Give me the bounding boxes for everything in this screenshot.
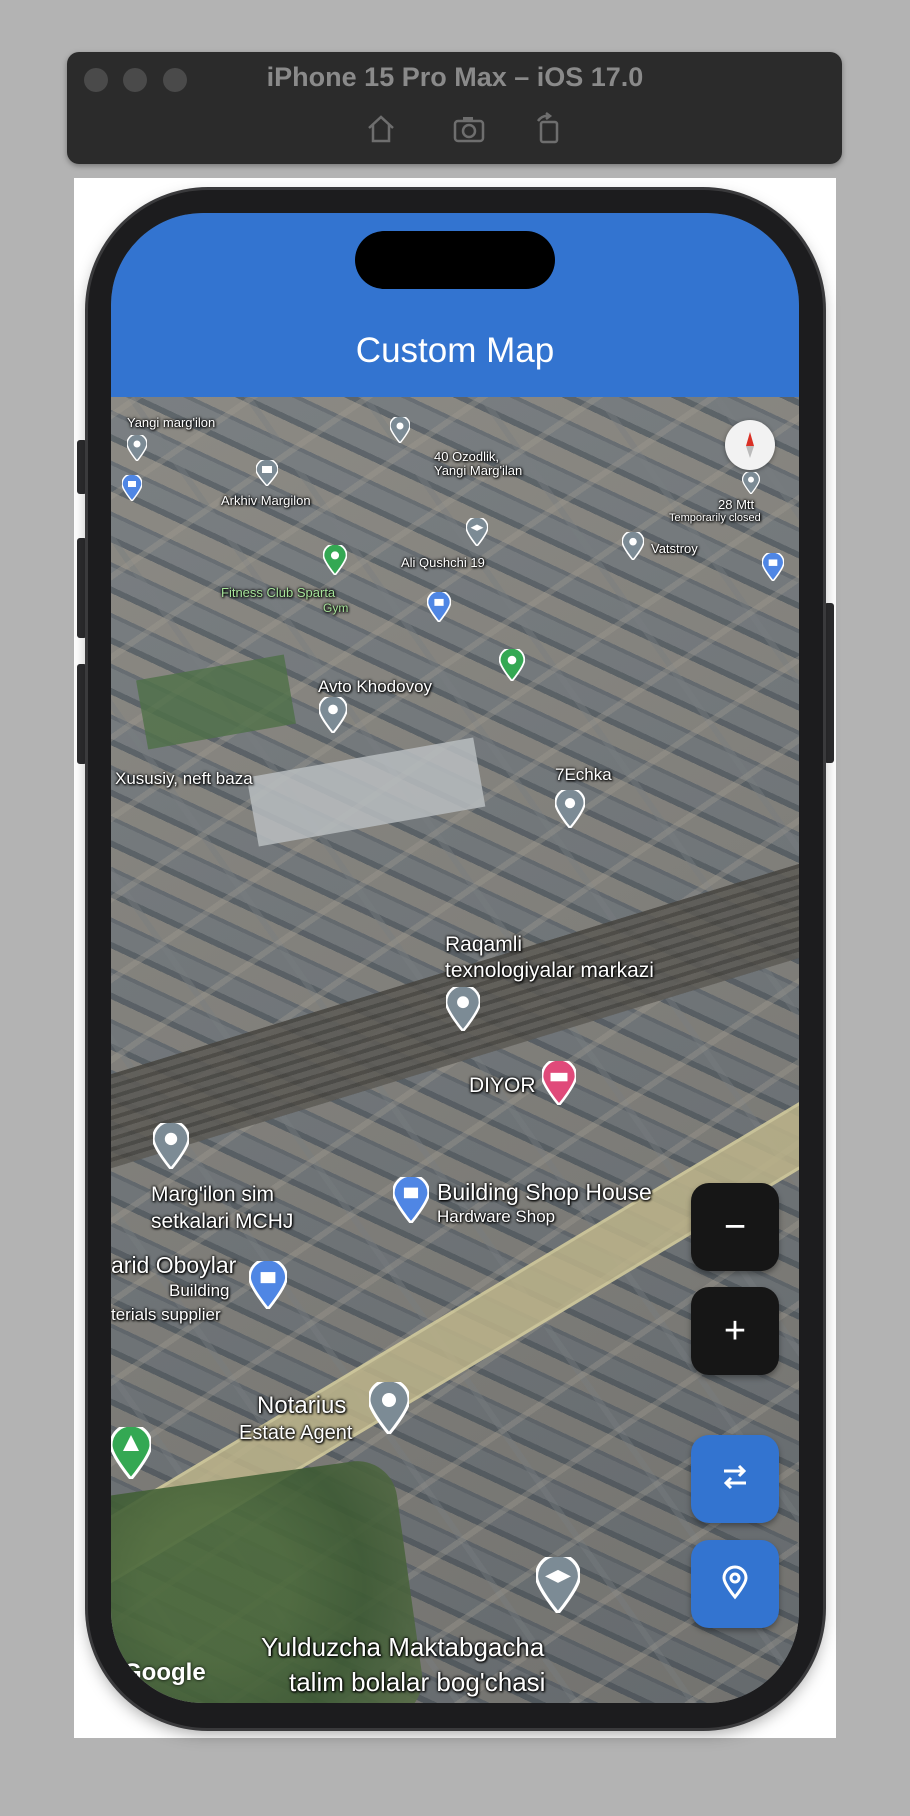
shopping-pin-icon[interactable] [122, 475, 142, 501]
rotate-icon[interactable] [532, 112, 566, 146]
map-pin-icon[interactable] [319, 697, 347, 733]
zoom-in-button[interactable]: + [691, 1287, 779, 1375]
map-label[interactable]: Vatstroy [651, 541, 698, 556]
map-pin-icon[interactable] [390, 417, 410, 443]
map-label[interactable]: Fitness Club Sparta [221, 585, 335, 600]
map-green-area [136, 654, 296, 750]
shopping-pin-icon[interactable] [427, 592, 451, 622]
google-logo: Google [123, 1659, 206, 1686]
home-icon[interactable] [364, 112, 398, 146]
app-title: Custom Map [355, 331, 555, 370]
compass-icon[interactable] [725, 420, 775, 470]
map-label[interactable]: Notarius [257, 1392, 346, 1420]
power-button [824, 603, 834, 763]
map-label[interactable]: 7Echka [555, 765, 612, 785]
park-pin-icon[interactable] [111, 1427, 151, 1479]
map-pin-icon[interactable] [127, 435, 147, 461]
simulator-title: iPhone 15 Pro Max – iOS 17.0 [266, 62, 644, 92]
app-bar: Custom Map [111, 213, 799, 397]
map-label[interactable]: Yangi Marg'ilan [434, 463, 522, 478]
map-pin-icon[interactable] [369, 1382, 409, 1434]
map-label[interactable]: talim bolalar bog'chasi [289, 1667, 545, 1698]
map-label: Estate Agent [239, 1422, 353, 1444]
map-label[interactable]: Yulduzcha Maktabgacha [261, 1632, 544, 1663]
map-label[interactable]: Marg'ilon sim [151, 1183, 274, 1207]
map-label[interactable]: Arkhiv Margilon [221, 493, 311, 508]
map-label: Temporarily closed [669, 512, 761, 524]
shopping-pin-icon[interactable] [762, 553, 784, 581]
map-pin-icon[interactable] [153, 1123, 189, 1169]
map-label: terials supplier [111, 1305, 221, 1324]
map-label[interactable]: setkalari MCHJ [151, 1210, 293, 1234]
volume-down-button [77, 664, 87, 764]
map-label: Hardware Shop [437, 1207, 556, 1226]
map-label[interactable]: 28 Mtt [718, 497, 754, 512]
map-label[interactable]: Ali Qushchi 19 [401, 555, 485, 570]
bank-pin-icon[interactable] [256, 460, 278, 486]
map-label[interactable]: Xususiy, neft baza [115, 769, 253, 789]
zoom-out-button[interactable]: − [691, 1183, 779, 1271]
swap-icon [717, 1459, 753, 1500]
gym-pin-icon[interactable] [323, 545, 347, 575]
my-location-button[interactable] [691, 1540, 779, 1628]
map-building-roof [246, 737, 486, 847]
minus-icon: − [723, 1206, 747, 1248]
volume-up-button [77, 538, 87, 638]
map-pin-icon[interactable] [622, 532, 644, 560]
dynamic-island [355, 231, 555, 289]
hotel-pin-icon[interactable] [542, 1061, 576, 1105]
education-pin-icon[interactable] [466, 518, 488, 546]
map-label[interactable]: arid Oboylar [111, 1252, 236, 1279]
map-label[interactable]: Yangi marg'ilon [127, 415, 215, 430]
map-pin-icon[interactable] [742, 472, 760, 494]
map-label[interactable]: Building Shop House [437, 1179, 652, 1206]
park-pin-icon[interactable] [499, 649, 525, 681]
map-pin-icon[interactable] [446, 987, 480, 1031]
toggle-map-type-button[interactable] [691, 1435, 779, 1523]
plus-icon: + [723, 1310, 747, 1352]
map-label[interactable]: Raqamli [445, 933, 522, 957]
shopping-pin-icon[interactable] [393, 1177, 429, 1223]
location-pin-icon [717, 1564, 753, 1605]
map-label[interactable]: texnologiyalar markazi [445, 959, 654, 983]
map-label: Gym [323, 601, 349, 615]
map-label[interactable]: 40 Ozodlik, [434, 449, 499, 464]
map-label[interactable]: DIYOR [469, 1074, 536, 1098]
map-label: Building [169, 1281, 230, 1300]
screenshot-icon[interactable] [452, 112, 486, 146]
action-button [77, 440, 87, 494]
phone-screen: Custom Map Yangi marg'ilon 40 Ozodlik, Y… [111, 213, 799, 1703]
map-label[interactable]: Avto Khodovoy [318, 677, 432, 697]
school-pin-icon[interactable] [536, 1557, 580, 1613]
map-pin-icon[interactable] [555, 790, 585, 828]
shopping-pin-icon[interactable] [249, 1261, 287, 1309]
